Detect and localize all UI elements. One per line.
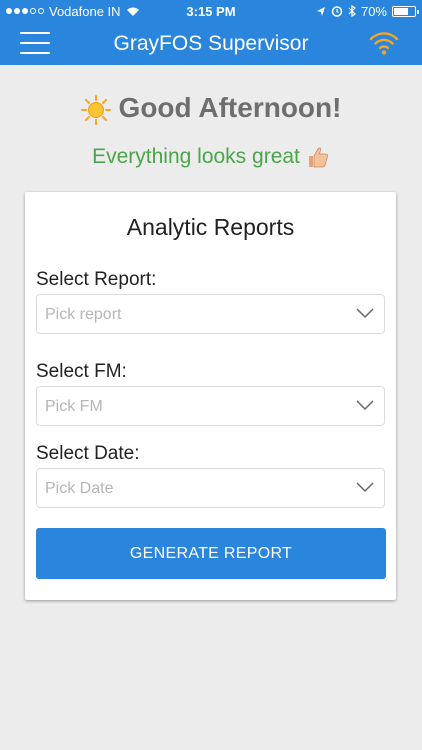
card-title: Analytic Reports bbox=[126, 214, 295, 240]
status-message-text: Everything looks great bbox=[92, 145, 300, 168]
carrier-label: Vodafone IN bbox=[49, 3, 121, 19]
report-select-placeholder: Pick report bbox=[45, 306, 122, 323]
status-time: 3:15 PM bbox=[186, 3, 236, 19]
report-select[interactable]: Pick report bbox=[36, 294, 385, 334]
status-message: Everything looks great bbox=[0, 145, 422, 169]
greeting-text: Good Afternoon! bbox=[118, 92, 342, 123]
select-report-label: Select Report: bbox=[36, 269, 157, 290]
thumbs-up-icon bbox=[308, 147, 328, 168]
location-icon bbox=[316, 6, 325, 16]
greeting-heading: Good Afternoon! bbox=[0, 92, 422, 125]
generate-report-button[interactable]: GENERATE REPORT bbox=[36, 528, 386, 579]
fm-select-placeholder: Pick FM bbox=[45, 398, 103, 415]
bluetooth-icon bbox=[348, 5, 356, 17]
nav-bar: GrayFOS Supervisor bbox=[0, 22, 422, 65]
battery-percent: 70% bbox=[360, 3, 387, 19]
alarm-icon bbox=[331, 6, 343, 17]
select-fm-label: Select FM: bbox=[36, 361, 127, 382]
status-bar: Vodafone IN 3:15 PM 70% bbox=[0, 0, 422, 22]
signal-icon bbox=[6, 8, 44, 14]
fm-select[interactable]: Pick FM bbox=[36, 386, 385, 426]
chevron-down-icon bbox=[356, 308, 374, 319]
wifi-icon[interactable] bbox=[368, 28, 400, 58]
sun-icon bbox=[80, 94, 111, 125]
chevron-down-icon bbox=[356, 482, 374, 493]
wifi-icon bbox=[126, 7, 139, 16]
chevron-down-icon bbox=[356, 400, 374, 411]
app-title: GrayFOS Supervisor bbox=[113, 32, 309, 55]
date-select-placeholder: Pick Date bbox=[45, 480, 114, 497]
battery-icon bbox=[392, 5, 419, 17]
date-select[interactable]: Pick Date bbox=[36, 468, 385, 508]
analytic-reports-card: Analytic Reports Select Report: Pick rep… bbox=[25, 192, 396, 600]
select-date-label: Select Date: bbox=[36, 443, 140, 464]
